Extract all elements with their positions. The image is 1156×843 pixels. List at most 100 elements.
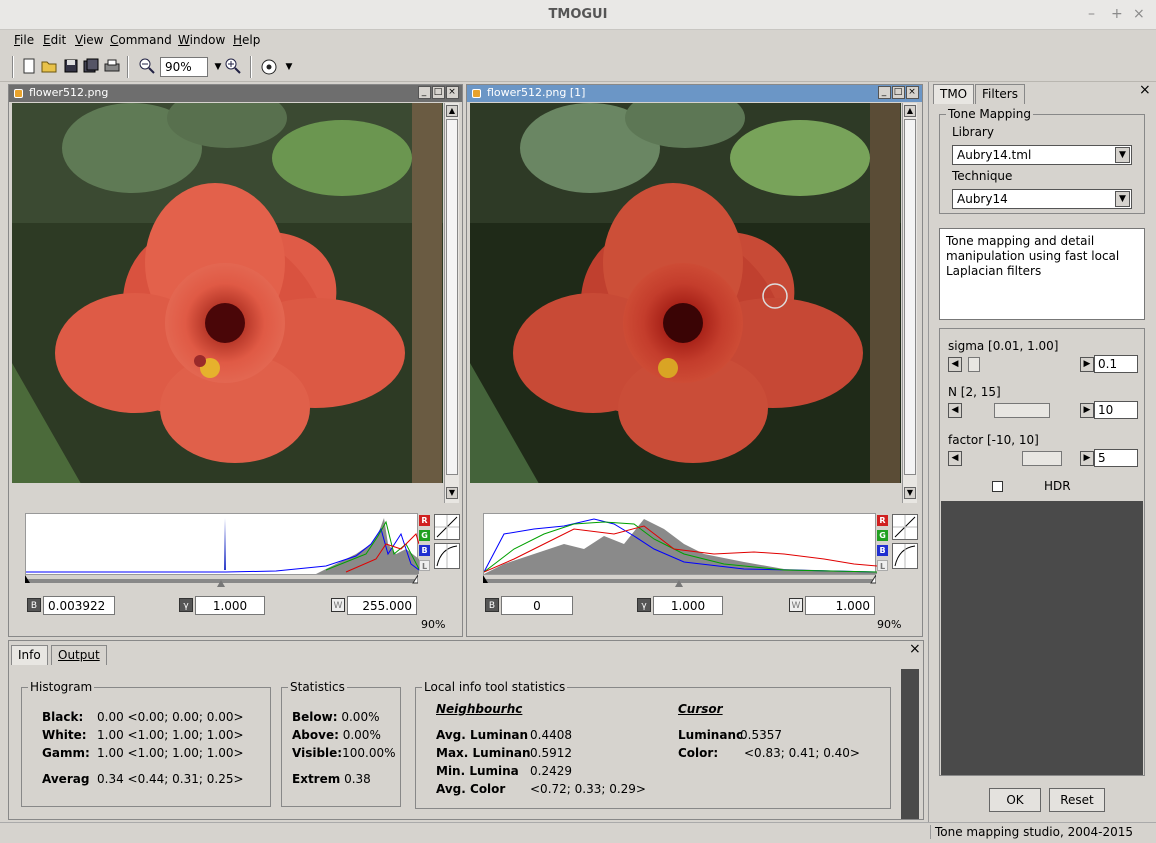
reset-button[interactable]: Reset xyxy=(1049,788,1105,812)
print-icon[interactable] xyxy=(103,58,121,76)
save-all-icon[interactable] xyxy=(82,58,100,76)
tone-mapping-group: Tone Mapping Library Aubry14.tml ▼ Techni… xyxy=(939,107,1145,214)
channel-blue-toggle[interactable]: B xyxy=(877,545,888,556)
tab-output[interactable]: Output xyxy=(51,645,107,665)
minimize-icon[interactable]: _ xyxy=(878,86,891,99)
sigma-increase-icon[interactable]: ▶ xyxy=(1080,357,1094,372)
image-canvas[interactable] xyxy=(12,103,443,483)
image-window-tonemapped[interactable]: flower512.png [1] _ □ × ▲ ▼ R G B L B 0 … xyxy=(466,84,923,637)
log-mapping-icon[interactable] xyxy=(892,543,918,569)
close-icon[interactable]: × xyxy=(446,86,459,99)
sigma-slider-track[interactable] xyxy=(964,357,1078,372)
factor-slider-thumb[interactable] xyxy=(1022,451,1062,466)
close-panel-icon[interactable]: × xyxy=(909,641,921,657)
linear-mapping-icon[interactable] xyxy=(892,514,918,540)
hdr-checkbox[interactable] xyxy=(992,481,1003,492)
average-value: 0.34 <0.44; 0.31; 0.25> xyxy=(97,772,244,786)
chevron-down-icon[interactable]: ▼ xyxy=(1115,147,1130,163)
image-window-original[interactable]: flower512.png _ □ × ▲ ▼ R G B L B 0.0039… xyxy=(8,84,463,637)
scroll-thumb[interactable] xyxy=(904,119,916,475)
new-file-icon[interactable] xyxy=(20,58,38,76)
open-folder-icon[interactable] xyxy=(40,58,58,76)
n-slider-track[interactable] xyxy=(964,403,1078,418)
tool-dropdown-icon[interactable]: ▼ xyxy=(280,58,298,76)
factor-slider-track[interactable] xyxy=(964,451,1078,466)
factor-input[interactable]: 5 xyxy=(1094,449,1138,467)
vertical-scrollbar[interactable]: ▲ ▼ xyxy=(902,103,917,503)
toolbar: 90% ▼ ▼ xyxy=(0,52,1156,82)
pointer-tool-icon[interactable] xyxy=(260,58,278,76)
gamma-input[interactable]: 1.000 xyxy=(653,596,723,615)
histogram-plot[interactable] xyxy=(25,513,420,575)
factor-increase-icon[interactable]: ▶ xyxy=(1080,451,1094,466)
zoom-input[interactable]: 90% xyxy=(160,57,208,77)
menu-command[interactable]: Command xyxy=(110,33,172,47)
tab-tmo[interactable]: TMO xyxy=(933,84,975,104)
histogram-plot[interactable] xyxy=(483,513,878,575)
tab-filters[interactable]: Filters xyxy=(975,84,1025,104)
black-point-input[interactable]: 0.003922 xyxy=(43,596,115,615)
channel-green-toggle[interactable]: G xyxy=(877,530,888,541)
library-label: Library xyxy=(952,125,994,139)
channel-luminance-toggle[interactable]: L xyxy=(419,560,430,571)
linear-mapping-icon[interactable] xyxy=(434,514,460,540)
scroll-up-icon[interactable]: ▲ xyxy=(904,105,916,117)
menu-help[interactable]: Help xyxy=(233,33,260,47)
tmo-panel: TMO Filters × Tone Mapping Library Aubry… xyxy=(928,82,1156,822)
minimize-icon[interactable]: _ xyxy=(418,86,431,99)
close-icon[interactable]: × xyxy=(1133,6,1145,22)
n-decrease-icon[interactable]: ◀ xyxy=(948,403,962,418)
maximize-icon[interactable]: □ xyxy=(892,86,905,99)
maximize-icon[interactable]: + xyxy=(1111,6,1123,22)
window-titlebar[interactable]: flower512.png _ □ × xyxy=(9,85,462,102)
black-point-input[interactable]: 0 xyxy=(501,596,573,615)
save-icon[interactable] xyxy=(62,58,80,76)
white-point-input[interactable]: 1.000 xyxy=(805,596,875,615)
scroll-up-icon[interactable]: ▲ xyxy=(446,105,458,117)
white-point-icon: W xyxy=(789,598,803,612)
levels-slider[interactable] xyxy=(483,573,877,587)
channel-red-toggle[interactable]: R xyxy=(419,515,430,526)
channel-blue-toggle[interactable]: B xyxy=(419,545,430,556)
ok-button[interactable]: OK xyxy=(989,788,1041,812)
gamma-input[interactable]: 1.000 xyxy=(195,596,265,615)
below-value: 0.00% xyxy=(341,710,380,724)
zoom-out-icon[interactable] xyxy=(138,58,156,76)
channel-green-toggle[interactable]: G xyxy=(419,530,430,541)
image-file-icon xyxy=(14,89,23,98)
status-bar: Tone mapping studio, 2004-2015 xyxy=(0,822,1156,843)
n-input[interactable]: 10 xyxy=(1094,401,1138,419)
scroll-down-icon[interactable]: ▼ xyxy=(446,487,458,499)
menu-edit[interactable]: Edit xyxy=(43,33,66,47)
n-slider-thumb[interactable] xyxy=(994,403,1050,418)
close-icon[interactable]: × xyxy=(906,86,919,99)
n-increase-icon[interactable]: ▶ xyxy=(1080,403,1094,418)
min-luminance-label: Min. Lumina xyxy=(436,764,519,778)
levels-slider[interactable] xyxy=(25,573,419,587)
maximize-icon[interactable]: □ xyxy=(432,86,445,99)
scroll-down-icon[interactable]: ▼ xyxy=(904,487,916,499)
white-point-input[interactable]: 255.000 xyxy=(347,596,417,615)
minimize-icon[interactable]: – xyxy=(1088,6,1095,22)
gamma-icon: γ xyxy=(637,598,651,612)
channel-luminance-toggle[interactable]: L xyxy=(877,560,888,571)
channel-red-toggle[interactable]: R xyxy=(877,515,888,526)
menu-file[interactable]: File xyxy=(14,33,34,47)
scroll-thumb[interactable] xyxy=(446,119,458,475)
tab-info[interactable]: Info xyxy=(11,645,48,665)
image-canvas[interactable] xyxy=(470,103,901,483)
sigma-decrease-icon[interactable]: ◀ xyxy=(948,357,962,372)
zoom-in-icon[interactable] xyxy=(224,58,242,76)
factor-decrease-icon[interactable]: ◀ xyxy=(948,451,962,466)
library-select[interactable]: Aubry14.tml ▼ xyxy=(952,145,1132,165)
menu-view[interactable]: View xyxy=(75,33,103,47)
vertical-scrollbar[interactable]: ▲ ▼ xyxy=(444,103,459,503)
close-panel-icon[interactable]: × xyxy=(1139,82,1151,98)
menu-window[interactable]: Window xyxy=(178,33,225,47)
technique-select[interactable]: Aubry14 ▼ xyxy=(952,189,1132,209)
chevron-down-icon[interactable]: ▼ xyxy=(1115,191,1130,207)
sigma-input[interactable]: 0.1 xyxy=(1094,355,1138,373)
sigma-slider-thumb[interactable] xyxy=(968,357,980,372)
window-titlebar[interactable]: flower512.png [1] _ □ × xyxy=(467,85,922,102)
log-mapping-icon[interactable] xyxy=(434,543,460,569)
